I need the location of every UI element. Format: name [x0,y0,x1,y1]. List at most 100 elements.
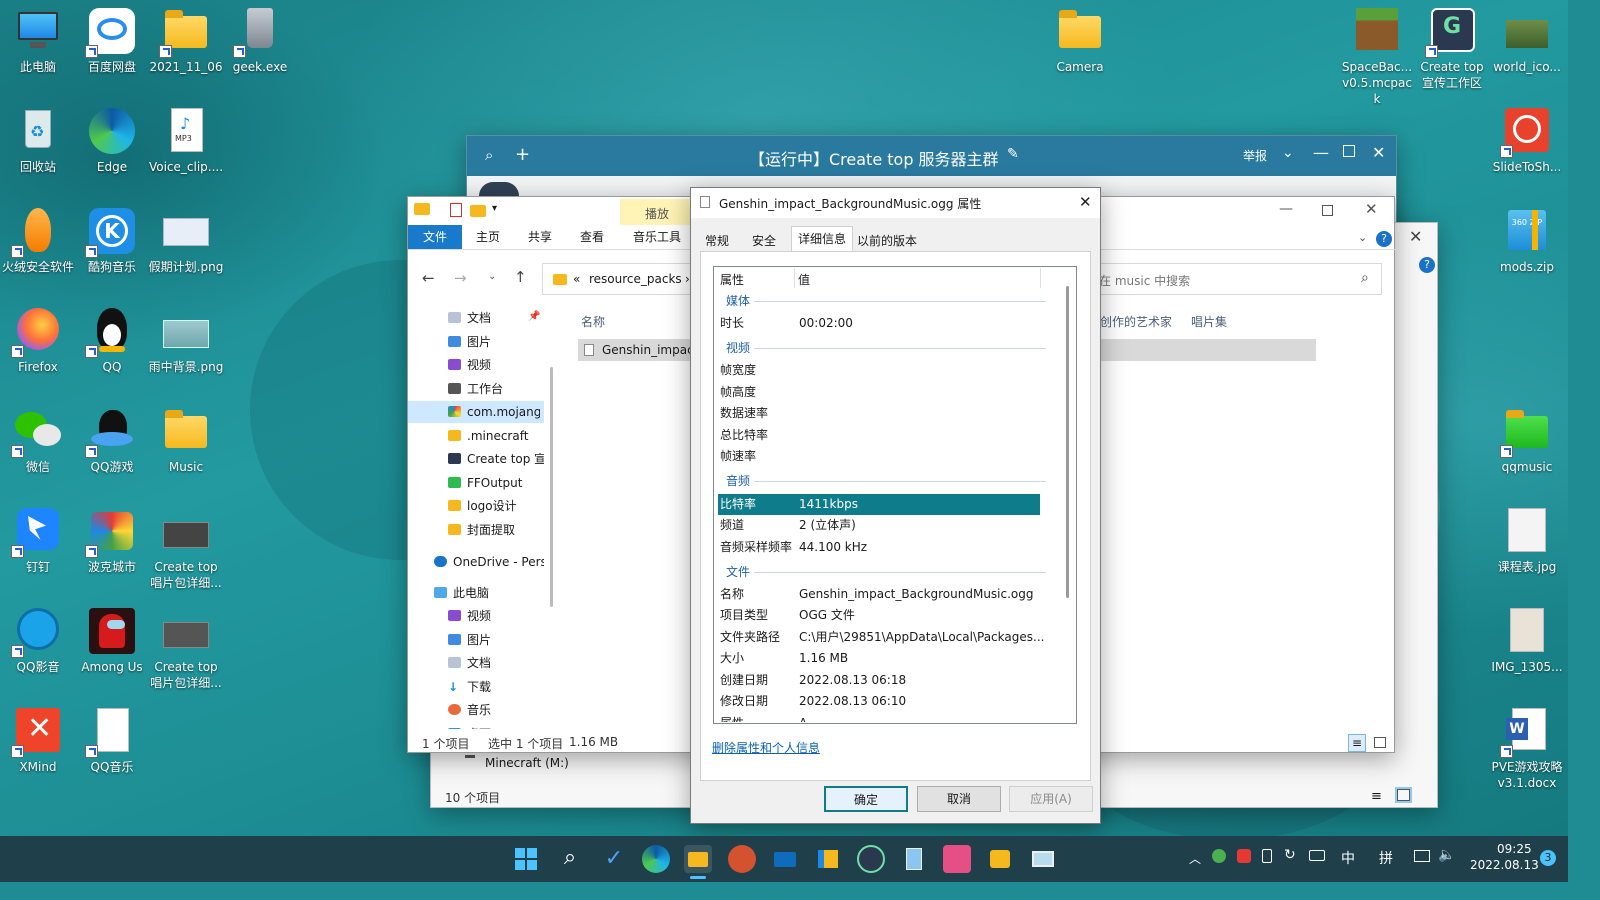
search-icon[interactable]: ⌕ [1361,270,1369,286]
chevron-down-icon[interactable]: ⌄ [1358,231,1367,244]
chevron-up-icon[interactable]: ︿ [1189,850,1201,867]
desktop-icon-slidetoshutdown[interactable]: SlideToSh... [1489,106,1565,175]
desktop-icon-recycle-bin[interactable]: ♻ 回收站 [0,106,76,175]
notification-badge[interactable]: 3 [1540,850,1556,866]
desktop-icon-img-1305[interactable]: IMG_1305... [1489,606,1565,675]
apply-button[interactable]: 应用(A) [1009,786,1093,812]
edit-icon[interactable]: ✎ [1007,146,1019,162]
desktop-icon-voice-clip[interactable]: MP3 ♪ Voice_clip.... [148,106,224,175]
desktop-icon-dingtalk[interactable]: 钉钉 [0,506,76,575]
tab-previous-versions[interactable]: 以前的版本 [851,230,923,252]
nav-item-this-pc[interactable]: 此电脑 [434,582,530,604]
tab-general[interactable]: 常规 [699,230,735,252]
search-box[interactable]: 在 music 中搜索 ⌕ [1088,263,1382,295]
desktop-icon-world-icon[interactable]: world_ico... [1489,6,1565,75]
address-bar[interactable]: « resource_packs › [542,263,692,295]
tab-music-tools[interactable]: 音乐工具 [633,227,681,247]
desktop-icon-schedule[interactable]: 课程表.jpg [1489,506,1565,575]
column-header-value[interactable]: 值 [798,271,810,288]
edge-icon[interactable] [642,845,670,873]
tray-app-icon[interactable] [1237,849,1251,863]
minimize-button[interactable]: — [1279,201,1293,217]
column-header-album[interactable]: 唱片集 [1191,313,1227,330]
mail-icon[interactable] [771,845,799,873]
desktop-icon-firefox[interactable]: Firefox [0,306,76,375]
tab-home[interactable]: 主页 [476,227,500,247]
ime-mode[interactable]: 拼 [1379,848,1393,868]
nav-item-pc-pictures[interactable]: 图片 [448,629,544,651]
up-arrow-icon[interactable]: ↑ [514,268,527,286]
video-player-icon[interactable] [986,845,1014,873]
report-button[interactable]: 举报 [1243,147,1267,164]
nav-item-ffoutput[interactable]: FFOutput [448,472,544,494]
column-header-property[interactable]: 属性 [720,271,744,288]
property-row-sample-rate[interactable]: 音频采样频率 44.100 kHz [718,537,1040,558]
desktop-icon-qqmusic[interactable]: QQ音乐 [74,706,150,775]
clock-time[interactable]: 09:25 [1497,842,1532,856]
maximize-button[interactable] [1343,145,1355,157]
desktop-icon-geek[interactable]: geek.exe [222,6,298,75]
nav-item-videos[interactable]: 视频 [448,354,544,376]
help-icon[interactable]: ? [1419,257,1435,273]
quick-access-dropdown[interactable]: ▾ [492,203,497,214]
nav-item-onedrive[interactable]: OneDrive - Pers [434,551,544,573]
pin-icon[interactable]: 📌 [528,311,540,322]
nav-item-cover-extract[interactable]: 封面提取 [448,519,544,541]
recent-locations-dropdown[interactable]: ⌄ [488,271,496,282]
desktop-icon-music-folder[interactable]: Music [148,406,224,475]
details-view-icon[interactable]: ≡ [1371,789,1382,804]
back-arrow-icon[interactable]: ← [422,269,435,287]
chevron-down-icon[interactable]: ⌄ [1282,145,1294,161]
nav-item-workbench[interactable]: 工作台 [448,378,544,400]
desktop-icon-huorong[interactable]: 火绒安全软件 [0,206,76,275]
notepad-icon[interactable] [900,845,928,873]
desktop-icon-among-us[interactable]: Among Us [74,606,150,675]
desktop-icon-create-top-1[interactable]: Create top 唱片包详细... [148,506,224,591]
property-row-total-bitrate[interactable]: 总比特率 [718,425,1040,446]
property-row-created[interactable]: 创建日期 2022.08.13 06:18 [718,670,1040,691]
speaker-icon[interactable]: 🔈 [1438,847,1455,863]
breadcrumb-resource-packs[interactable]: resource_packs [589,272,682,286]
desktop-icon-wechat[interactable]: 微信 [0,406,76,475]
nav-scrollbar[interactable] [550,367,553,607]
property-row-frame-width[interactable]: 帧宽度 [718,360,1040,381]
minimize-button[interactable]: — [1313,143,1329,162]
create-top-logo-icon[interactable] [857,845,885,873]
tab-security[interactable]: 安全 [746,230,782,252]
network-icon[interactable] [1414,850,1430,862]
desktop-icon-baidu-netdisk[interactable]: 百度网盘 [74,6,150,75]
dingtalk-icon[interactable]: ✓ [600,845,628,873]
desktop-icon-qqmusic-folder[interactable]: qqmusic [1489,406,1565,475]
new-folder-icon[interactable] [470,205,486,217]
start-button[interactable] [512,845,540,873]
property-row-bitrate[interactable]: 比特率 1411kbps [718,494,1040,515]
tiles-view-icon[interactable] [1395,787,1412,803]
property-row-item-type[interactable]: 项目类型 OGG 文件 [718,605,1040,626]
add-icon[interactable]: + [515,144,530,165]
nav-item-pc-videos[interactable]: 视频 [448,605,544,627]
desktop-icon-holiday-plan[interactable]: 假期计划.png [148,206,224,275]
usb-icon[interactable] [1262,849,1272,863]
file-manager-icon[interactable] [814,845,842,873]
desktop-icon-pve-guide[interactable]: W PVE游戏攻略 v3.1.docx [1489,706,1565,791]
property-row-size[interactable]: 大小 1.16 MB [718,648,1040,669]
clock-date[interactable]: 2022.08.13 [1470,858,1539,872]
property-row-folder-path[interactable]: 文件夹路径 C:\用户\29851\AppData\Local\Packages.… [718,627,1044,648]
maximize-button[interactable] [1322,205,1333,216]
desktop-icon-camera[interactable]: Camera [1042,6,1118,75]
nav-item-downloads[interactable]: ↓ 下载 [448,676,544,698]
search-input[interactable]: 在 music 中搜索 [1099,272,1190,289]
properties-icon[interactable] [450,203,462,217]
desktop-icon-edge[interactable]: Edge [74,106,150,175]
property-row-attributes[interactable]: 属性A [718,713,1040,722]
screen-capture-icon[interactable] [1029,845,1057,873]
column-header-name[interactable]: 名称 [581,313,605,330]
desktop-icon-qqplayer[interactable]: QQ影音 [0,606,76,675]
nav-item-minecraft[interactable]: .minecraft [448,425,544,447]
close-button[interactable]: ✕ [1079,193,1092,211]
forward-arrow-icon[interactable]: → [454,269,467,287]
nav-item-pc-documents[interactable]: 文档 [448,652,544,674]
desktop-icon-folder-2021[interactable]: 2021_11_06 [148,6,224,75]
tab-view[interactable]: 查看 [580,227,604,247]
tab-share[interactable]: 共享 [528,227,552,247]
